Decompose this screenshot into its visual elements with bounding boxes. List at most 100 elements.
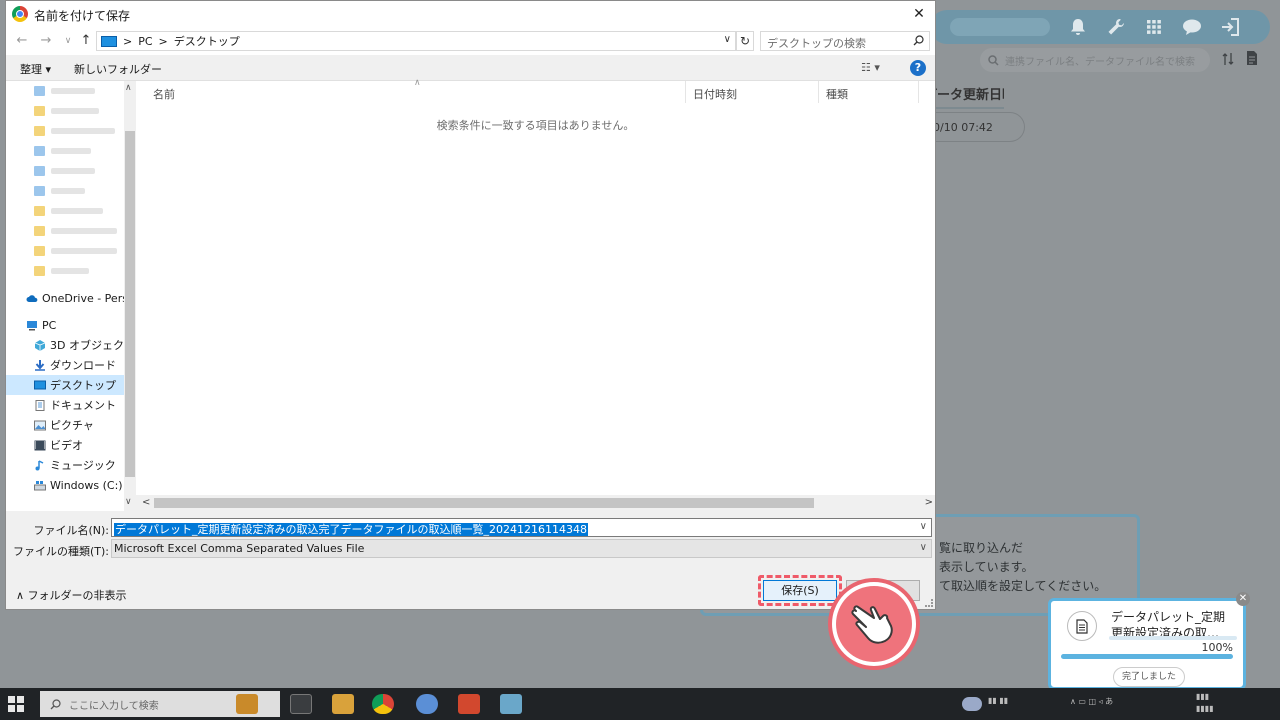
- column-type[interactable]: 種類: [819, 81, 919, 103]
- 3d-objects-icon: [34, 339, 46, 351]
- nav-item-label: Windows (C:): [50, 478, 123, 492]
- blurred-folder[interactable]: [34, 225, 117, 237]
- download-icon: [35, 359, 45, 371]
- blurred-folder[interactable]: [34, 245, 117, 257]
- scrollbar-thumb[interactable]: [125, 131, 135, 477]
- save-button[interactable]: 保存(S): [763, 580, 837, 601]
- file-type-label: ファイルの種類(T):: [12, 545, 109, 558]
- app-icon[interactable]: [500, 694, 522, 714]
- blurred-folder[interactable]: [34, 125, 115, 137]
- scrollbar-thumb[interactable]: [154, 498, 814, 508]
- nav-pane-scrollbar[interactable]: ∧ ∨: [124, 81, 136, 511]
- nav-music[interactable]: ミュージック: [34, 455, 116, 475]
- blurred-folder[interactable]: [34, 145, 91, 157]
- forward-arrow-icon[interactable]: →: [38, 32, 54, 50]
- weather-icon[interactable]: [962, 697, 982, 711]
- app-icon[interactable]: [416, 694, 438, 714]
- column-date[interactable]: 日付時刻: [686, 81, 819, 103]
- nav-item-label: ピクチャ: [50, 419, 94, 432]
- header-icons: [1066, 16, 1242, 38]
- resize-grip[interactable]: [925, 599, 933, 607]
- scroll-left-icon[interactable]: <: [142, 497, 150, 508]
- video-icon: [34, 440, 46, 450]
- wrench-icon[interactable]: [1104, 16, 1128, 38]
- chat-bubble-icon[interactable]: [1180, 16, 1204, 38]
- breadcrumb-separator: >: [123, 34, 133, 48]
- breadcrumb-pc[interactable]: PC: [138, 35, 152, 48]
- document-icon[interactable]: [1246, 50, 1258, 69]
- search-input[interactable]: デスクトップの検索: [760, 31, 930, 51]
- chevron-down-icon[interactable]: ∨: [724, 34, 731, 45]
- nav-onedrive[interactable]: OneDrive - Person: [26, 288, 124, 308]
- blurred-folder[interactable]: [34, 165, 95, 177]
- close-icon[interactable]: ✕: [1236, 592, 1250, 606]
- blurred-folder[interactable]: [34, 185, 85, 197]
- scroll-right-icon[interactable]: >: [925, 497, 933, 508]
- briefcase-icon[interactable]: [236, 694, 258, 714]
- nav-downloads[interactable]: ダウンロード: [34, 355, 116, 375]
- refresh-icon[interactable]: ↻: [736, 31, 754, 51]
- blurred-folder[interactable]: [34, 105, 99, 117]
- nav-3d-objects[interactable]: 3D オブジェクト: [34, 335, 124, 355]
- chevron-down-icon[interactable]: ∨: [920, 521, 927, 532]
- recent-dropdown-icon[interactable]: ∨: [60, 32, 76, 50]
- bell-icon[interactable]: [1066, 16, 1090, 38]
- scroll-down-icon[interactable]: ∨: [125, 497, 132, 507]
- clock[interactable]: ▮▮▮ ▮▮▮▮: [1196, 691, 1214, 715]
- breadcrumb-desktop[interactable]: デスクトップ: [174, 33, 240, 49]
- new-folder-button[interactable]: 新しいフォルダー: [74, 61, 162, 77]
- windows-start-icon[interactable]: [8, 696, 24, 712]
- nav-videos[interactable]: ビデオ: [34, 435, 83, 455]
- up-arrow-icon[interactable]: ↑: [78, 32, 94, 50]
- file-type-select[interactable]: Microsoft Excel Comma Separated Values F…: [111, 539, 932, 558]
- search-icon: [913, 35, 924, 49]
- horizontal-scrollbar[interactable]: < >: [136, 495, 935, 511]
- nav-documents[interactable]: ドキュメント: [34, 395, 116, 415]
- view-options-icon[interactable]: ☷ ▾: [861, 61, 880, 74]
- card-line: 覧に取り込んだ: [939, 541, 1024, 555]
- hide-folders-toggle[interactable]: ∧ フォルダーの非表示: [16, 587, 127, 603]
- dialog-titlebar: 名前を付けて保存 ✕: [6, 1, 935, 27]
- task-view-icon[interactable]: [290, 694, 312, 714]
- address-bar[interactable]: > PC > デスクトップ ∨: [96, 31, 736, 51]
- close-button[interactable]: ✕: [903, 1, 935, 27]
- sort-icon[interactable]: [1222, 52, 1234, 69]
- back-arrow-icon[interactable]: ←: [14, 32, 30, 50]
- pictures-icon: [34, 420, 46, 430]
- complete-button[interactable]: 完了しました: [1113, 667, 1186, 687]
- notification-title-line1: データパレット_定期: [1111, 610, 1226, 624]
- document-icon: [35, 399, 45, 411]
- cloud-icon: [26, 294, 38, 302]
- progress-fill: [1061, 654, 1233, 659]
- help-icon[interactable]: ?: [910, 60, 926, 76]
- navigation-pane: OneDrive - Person PC 3D オブジェクト ダウンロード デス…: [6, 81, 124, 511]
- background-search[interactable]: 連携ファイル名、データファイル名で検索: [980, 48, 1210, 72]
- scroll-up-icon[interactable]: ∧: [125, 83, 132, 93]
- taskbar-search-placeholder: ここに入力して検索: [69, 700, 159, 712]
- chevron-down-icon[interactable]: ∨: [920, 542, 927, 553]
- file-name-input[interactable]: データパレット_定期更新設定済みの取込完了データファイルの取込順一覧_20241…: [111, 518, 932, 537]
- chrome-icon[interactable]: [372, 694, 394, 714]
- blurred-folder[interactable]: [34, 205, 103, 217]
- column-name[interactable]: 名前: [146, 81, 686, 103]
- file-explorer-icon[interactable]: [332, 694, 354, 714]
- app-icon[interactable]: [458, 694, 480, 714]
- music-icon: [35, 459, 44, 470]
- nav-drive-c[interactable]: Windows (C:): [34, 475, 123, 495]
- system-tray[interactable]: ∧ ▭ ◫ ◃ あ: [1070, 696, 1113, 707]
- card-line: 表示しています。: [939, 560, 1034, 574]
- nav-pictures[interactable]: ピクチャ: [34, 415, 94, 435]
- logout-icon[interactable]: [1218, 16, 1242, 38]
- apps-grid-icon[interactable]: [1142, 16, 1166, 38]
- nav-desktop[interactable]: デスクトップ: [6, 375, 124, 395]
- file-name-label: ファイル名(N):: [33, 524, 109, 537]
- organize-menu[interactable]: 整理 ▾: [20, 61, 51, 77]
- nav-item-label: ダウンロード: [50, 359, 116, 372]
- file-type-row: ファイルの種類(T): Microsoft Excel Comma Separa…: [6, 539, 935, 559]
- blurred-folder[interactable]: [34, 265, 89, 277]
- card-line: て取込順を設定してください。: [939, 579, 1107, 593]
- dialog-title: 名前を付けて保存: [34, 9, 131, 23]
- nav-pc[interactable]: PC: [26, 315, 56, 335]
- blurred-folder[interactable]: [34, 85, 95, 97]
- background-search-placeholder: 連携ファイル名、データファイル名で検索: [1005, 56, 1195, 68]
